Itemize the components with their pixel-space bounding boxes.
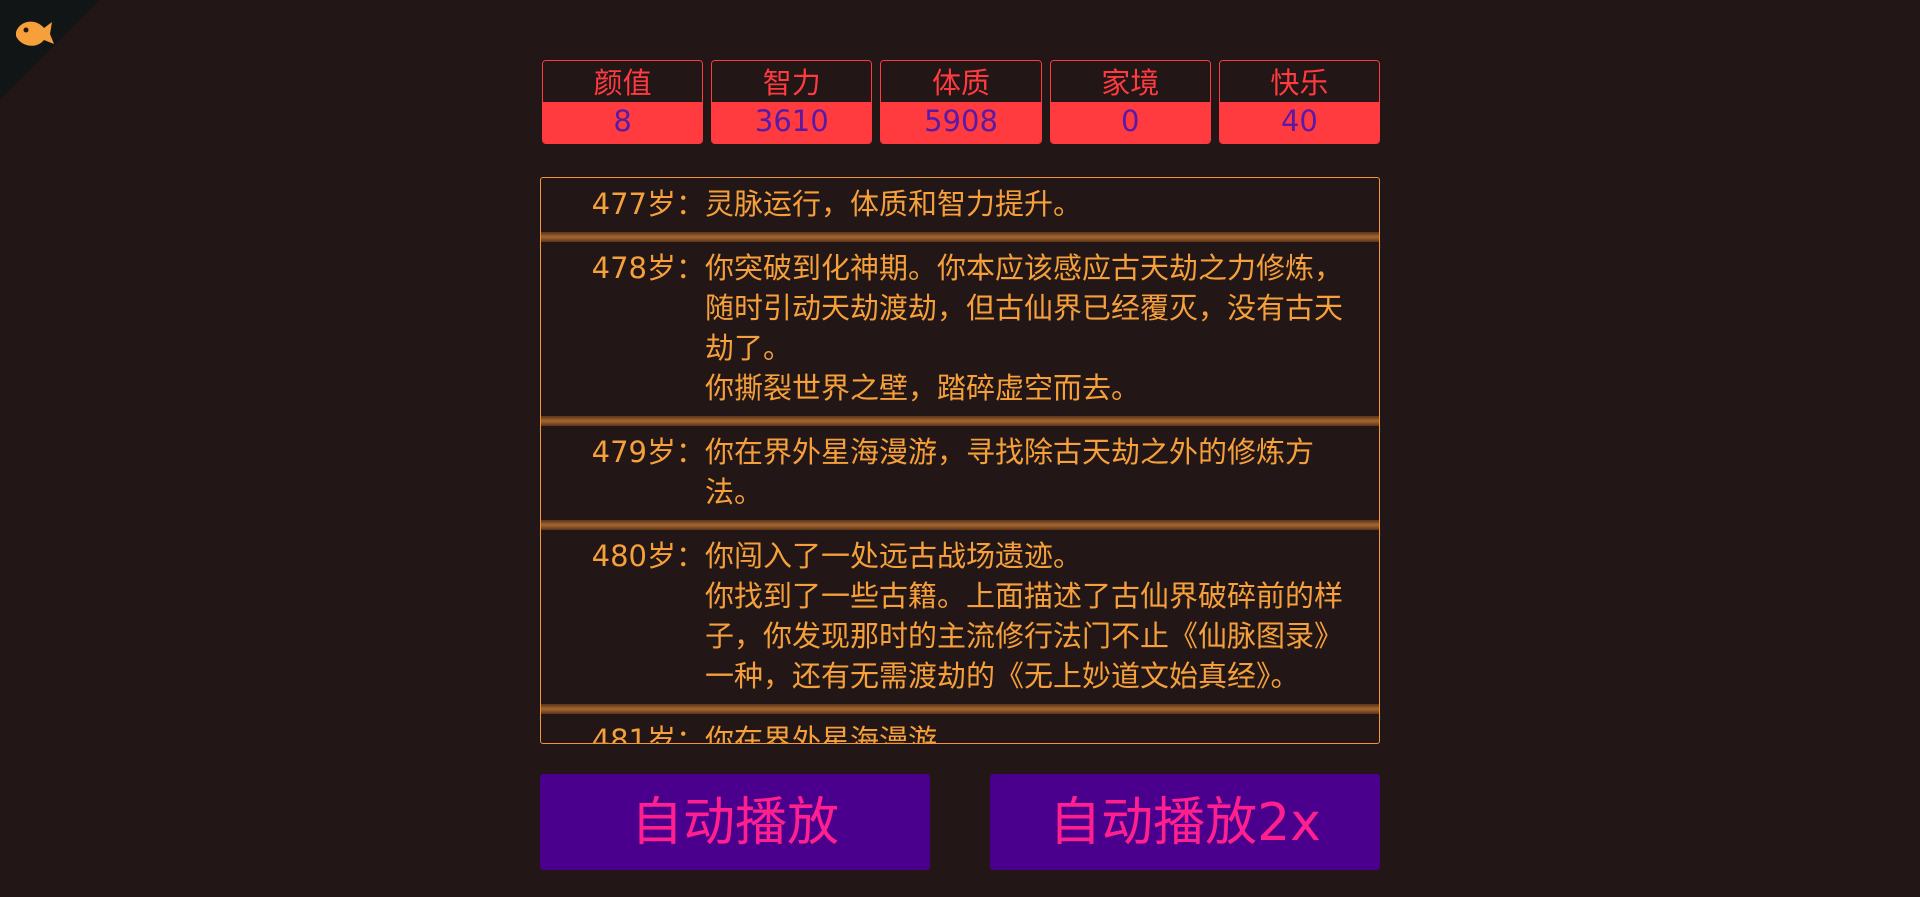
stats-panel: 颜值 8 智力 3610 体质 5908 家境 0 快乐 40 (542, 60, 1381, 144)
stat-looks: 颜值 8 (542, 60, 704, 144)
stat-label: 颜值 (543, 61, 703, 102)
log-event: 灵脉运行，体质和智力提升。 (705, 187, 1083, 221)
log-event: 你突破到化神期。你本应该感应古天劫之力修炼，随时引动天劫渡劫，但古仙界已经覆灭，… (705, 251, 1344, 365)
stat-family: 家境 0 (1049, 60, 1211, 144)
log-events: 灵脉运行，体质和智力提升。 (705, 184, 1379, 224)
log-events: 你突破到化神期。你本应该感应古天劫之力修炼，随时引动天劫渡劫，但古仙界已经覆灭，… (705, 248, 1379, 408)
log-events: 你闯入了一处远古战场遗迹。 你找到了一些古籍。上面描述了古仙界破碎前的样子，你发… (705, 536, 1379, 696)
stat-label: 快乐 (1219, 61, 1380, 102)
auto-play-2x-button[interactable]: 自动播放2x (990, 774, 1380, 870)
log-event: 你撕裂世界之壁，踏碎虚空而去。 (705, 371, 1141, 405)
log-entry: 478岁： 你突破到化神期。你本应该感应古天劫之力修炼，随时引动天劫渡劫，但古仙… (541, 242, 1379, 416)
log-divider (541, 232, 1379, 242)
log-age: 479岁： (591, 435, 705, 469)
stat-value: 8 (543, 102, 703, 143)
log-divider (541, 704, 1379, 714)
stat-value: 40 (1219, 102, 1380, 143)
stat-value: 3610 (712, 102, 872, 143)
stat-value: 0 (1050, 102, 1210, 143)
log-divider (541, 416, 1379, 426)
auto-play-button[interactable]: 自动播放 (540, 774, 930, 870)
stat-label: 家境 (1050, 61, 1210, 102)
stat-label: 体质 (881, 61, 1041, 102)
log-age: 481岁： (591, 723, 705, 744)
log-event: 你闯入了一处远古战场遗迹。 (705, 539, 1083, 573)
log-age: 478岁： (591, 251, 705, 285)
log-event: 你在界外星海漫游，寻找除古天劫之外的修炼方法。 (705, 435, 1315, 509)
stat-value: 5908 (881, 102, 1041, 143)
log-entry: 479岁： 你在界外星海漫游，寻找除古天劫之外的修炼方法。 (541, 426, 1379, 520)
log-entry: 477岁： 灵脉运行，体质和智力提升。 (541, 178, 1379, 232)
stat-physique: 体质 5908 (880, 60, 1042, 144)
log-event: 你找到了一些古籍。上面描述了古仙界破碎前的样子，你发现那时的主流修行法门不止《仙… (705, 579, 1344, 693)
life-log[interactable]: 477岁： 灵脉运行，体质和智力提升。 478岁： 你突破到化神期。你本应该感应… (540, 177, 1380, 744)
fish-icon[interactable] (10, 10, 58, 58)
stat-happiness: 快乐 40 (1218, 60, 1381, 144)
stat-label: 智力 (712, 61, 872, 102)
stat-intelligence: 智力 3610 (711, 60, 873, 144)
log-age: 477岁： (591, 187, 705, 221)
log-events: 你在界外星海漫游，寻找除古天劫之外的修炼方法。 (705, 432, 1379, 512)
log-events: 你在界外星海漫游 (705, 720, 1379, 744)
log-age: 480岁： (591, 539, 705, 573)
log-entry: 481岁： 你在界外星海漫游 (541, 714, 1379, 744)
log-entry: 480岁： 你闯入了一处远古战场遗迹。 你找到了一些古籍。上面描述了古仙界破碎前… (541, 530, 1379, 704)
log-divider (541, 520, 1379, 530)
log-event: 你在界外星海漫游 (705, 723, 938, 744)
